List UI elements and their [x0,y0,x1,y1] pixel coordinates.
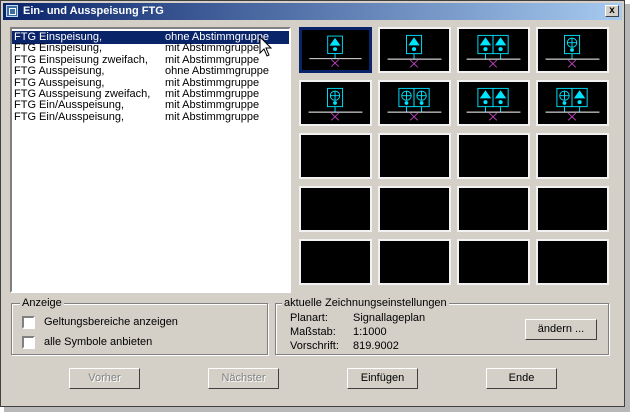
circle-cross-and-arrow-symbol-icon [545,87,600,121]
symbol-tile[interactable] [536,239,609,285]
change-settings-button[interactable]: ändern ... [525,319,597,340]
window-shadow-bottom [4,407,630,412]
symbol-tile[interactable] [536,133,609,179]
symbol-tile[interactable] [536,27,609,73]
list-item-group: mit Abstimmgruppe [165,110,260,123]
mouse-cursor-icon [259,36,273,57]
symbol-tile[interactable] [299,80,372,126]
symbol-tile[interactable] [378,80,451,126]
window-shadow-right [625,4,630,412]
close-button[interactable]: x [605,5,619,17]
list-item-name: FTG Ein/Ausspeisung, [14,110,125,123]
symbol-tile[interactable] [299,239,372,285]
symbol-tile[interactable] [299,133,372,179]
symbol-tile[interactable] [536,186,609,232]
next-button[interactable]: Nächster [208,368,279,389]
dialog-window: Ein- und Ausspeisung FTG x FTG Einspeisu… [0,0,625,407]
settings-group: aktuelle Zeichnungseinstellungen Planart… [275,297,609,355]
vorschrift-value: 819.9002 [353,340,399,352]
symbol-tile[interactable] [378,133,451,179]
anzeige-group-label: Anzeige [20,297,64,309]
single-arrow-up-symbol-icon [387,34,442,68]
list-item[interactable]: FTG Ein/Ausspeisung, mit Abstimmgruppe [12,111,289,124]
alle-symbole-checkbox[interactable] [22,336,35,349]
planart-key: Planart: [290,312,328,324]
symbol-tile[interactable] [457,133,530,179]
vorschrift-key: Vorschrift: [290,340,339,352]
symbol-tile[interactable] [378,27,451,73]
settings-group-label: aktuelle Zeichnungseinstellungen [282,297,449,309]
symbol-tile[interactable] [299,27,372,73]
double-circle-cross-symbol-icon [387,87,442,121]
symbol-tile[interactable] [536,80,609,126]
symbol-tile[interactable] [299,186,372,232]
double-arrow-up-symbol-icon [466,87,521,121]
massstab-key: Maßstab: [290,326,336,338]
double-arrow-up-symbol-icon [466,34,521,68]
symbol-tile[interactable] [457,186,530,232]
symbol-type-list[interactable]: FTG Einspeisung, ohne Abstimmgruppe FTG Ei… [10,27,291,293]
alle-symbole-label: alle Symbole anbieten [44,336,153,348]
previous-button[interactable]: Vorher [69,368,140,389]
app-icon [6,5,18,17]
planart-value: Signallageplan [353,312,426,324]
symbol-tile[interactable] [457,80,530,126]
symbol-tile[interactable] [457,239,530,285]
window-title: Ein- und Ausspeisung FTG [23,5,164,17]
anzeige-group: Anzeige Geltungsbereiche anzeigen alle S… [11,297,268,355]
single-circle-cross-symbol-icon [545,34,600,68]
single-circle-cross-symbol-icon [308,87,363,121]
symbol-tile[interactable] [457,27,530,73]
title-bar[interactable]: Ein- und Ausspeisung FTG x [3,3,622,20]
massstab-value: 1:1000 [353,326,387,338]
end-button[interactable]: Ende [486,368,557,389]
geltungsbereiche-label: Geltungsbereiche anzeigen [44,316,178,328]
insert-button[interactable]: Einfügen [347,368,418,389]
single-arrow-up-symbol-icon [309,35,362,67]
symbol-tile[interactable] [378,186,451,232]
geltungsbereiche-checkbox[interactable] [22,316,35,329]
symbol-tile[interactable] [378,239,451,285]
